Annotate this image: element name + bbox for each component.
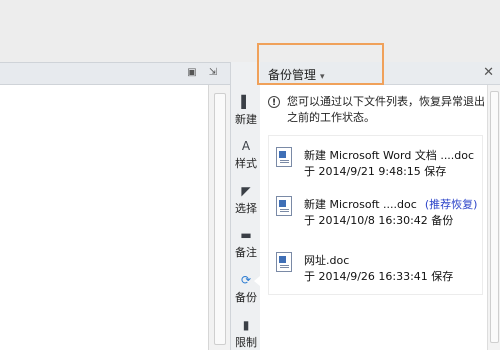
info-icon: ! bbox=[268, 96, 280, 108]
tool-rail: ▌ 新建 A 样式 ◤ 选择 ▬ 备注 ⟳ 备份 ▮ 限制 bbox=[230, 62, 260, 350]
word-document-icon bbox=[276, 196, 292, 216]
info-text: 您可以通过以下文件列表，恢复异常退出之前的工作状态。 bbox=[287, 95, 485, 124]
backup-file-item[interactable]: 新建 Microsoft Word 文档 ....doc 于 2014/9/21… bbox=[268, 141, 483, 183]
pin-icon[interactable]: ▣ bbox=[186, 67, 198, 79]
rail-item-label: 备注 bbox=[235, 246, 257, 259]
rail-item-label: 选择 bbox=[235, 202, 257, 215]
document-scrollbar[interactable] bbox=[208, 85, 230, 350]
file-meta: 于 2014/10/8 16:30:42 备份 bbox=[304, 214, 454, 227]
file-meta: 于 2014/9/26 16:33:41 保存 bbox=[304, 270, 454, 283]
backup-file-item[interactable]: 新建 Microsoft ....doc (推荐恢复) 于 2014/10/8 1… bbox=[268, 190, 483, 232]
word-document-icon bbox=[276, 252, 292, 272]
style-icon: A bbox=[241, 139, 251, 153]
file-name: 新建 Microsoft Word 文档 ....doc bbox=[304, 149, 475, 162]
file-meta: 于 2014/9/21 9:48:15 保存 bbox=[304, 165, 447, 178]
rail-item-restrict[interactable]: ▮ 限制 bbox=[231, 318, 261, 350]
file-name-row: 新建 Microsoft ....doc (推荐恢复) bbox=[304, 196, 477, 212]
select-icon: ◤ bbox=[241, 184, 251, 198]
highlight-box bbox=[257, 43, 384, 85]
rail-item-note[interactable]: ▬ 备注 bbox=[231, 228, 261, 260]
close-icon[interactable]: ✕ bbox=[483, 65, 494, 80]
rail-item-new[interactable]: ▌ 新建 bbox=[231, 95, 261, 127]
top-band bbox=[0, 0, 500, 62]
backup-file-item[interactable]: 网址.doc 于 2014/9/26 16:33:41 保存 bbox=[268, 246, 483, 288]
rail-item-label: 新建 bbox=[235, 113, 257, 126]
rail-item-label: 备份 bbox=[235, 291, 257, 304]
document-scroll-thumb[interactable] bbox=[214, 93, 226, 345]
rail-item-style[interactable]: A 样式 bbox=[231, 139, 261, 171]
panel-scrollbar[interactable] bbox=[487, 85, 500, 350]
file-name: 网址.doc bbox=[304, 254, 350, 267]
new-icon: ▌ bbox=[241, 95, 251, 109]
note-icon: ▬ bbox=[240, 228, 252, 242]
rail-item-select[interactable]: ◤ 选择 bbox=[231, 184, 261, 216]
word-document-icon bbox=[276, 147, 292, 167]
file-name: 新建 Microsoft ....doc bbox=[304, 198, 417, 211]
restrict-icon: ▮ bbox=[242, 318, 250, 332]
rail-item-label: 限制 bbox=[235, 336, 257, 349]
recommend-restore-link[interactable]: (推荐恢复) bbox=[425, 198, 478, 211]
rail-item-label: 样式 bbox=[235, 157, 257, 170]
document-toolbar: ▣ ⇲ bbox=[0, 62, 230, 85]
document-canvas[interactable] bbox=[0, 85, 209, 350]
panel-toggle-icon[interactable]: ⇲ bbox=[207, 67, 219, 79]
backup-icon: ⟳ bbox=[240, 273, 252, 287]
panel-scroll-thumb[interactable] bbox=[490, 91, 499, 343]
